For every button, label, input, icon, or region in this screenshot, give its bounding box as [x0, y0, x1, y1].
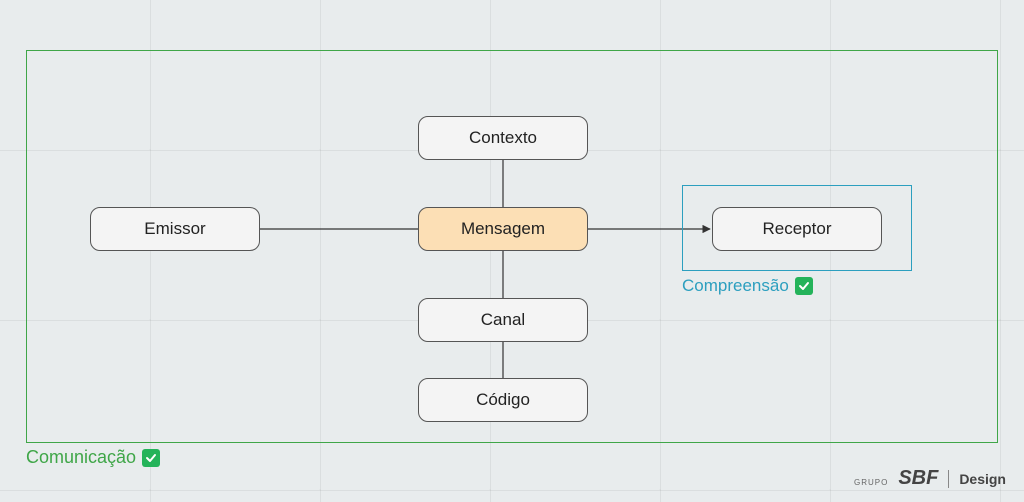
node-label: Receptor [763, 219, 832, 239]
footer-brand: GRUPO SBF Design [854, 467, 1006, 490]
node-label: Mensagem [461, 219, 545, 239]
node-emissor: Emissor [90, 207, 260, 251]
node-label: Contexto [469, 128, 537, 148]
label-comunicacao-text: Comunicação [26, 447, 136, 468]
check-icon [142, 449, 160, 467]
label-compreensao: Compreensão [682, 276, 813, 296]
check-icon [795, 277, 813, 295]
node-contexto: Contexto [418, 116, 588, 160]
footer-divider [948, 470, 949, 488]
footer-sbf: SBF [898, 467, 938, 490]
label-compreensao-text: Compreensão [682, 276, 789, 296]
node-canal: Canal [418, 298, 588, 342]
node-mensagem: Mensagem [418, 207, 588, 251]
footer-design: Design [959, 471, 1006, 487]
node-label: Código [476, 390, 530, 410]
footer-grupo: GRUPO [854, 478, 888, 487]
node-label: Canal [481, 310, 525, 330]
node-codigo: Código [418, 378, 588, 422]
node-receptor: Receptor [712, 207, 882, 251]
label-comunicacao: Comunicação [26, 447, 160, 468]
node-label: Emissor [144, 219, 205, 239]
